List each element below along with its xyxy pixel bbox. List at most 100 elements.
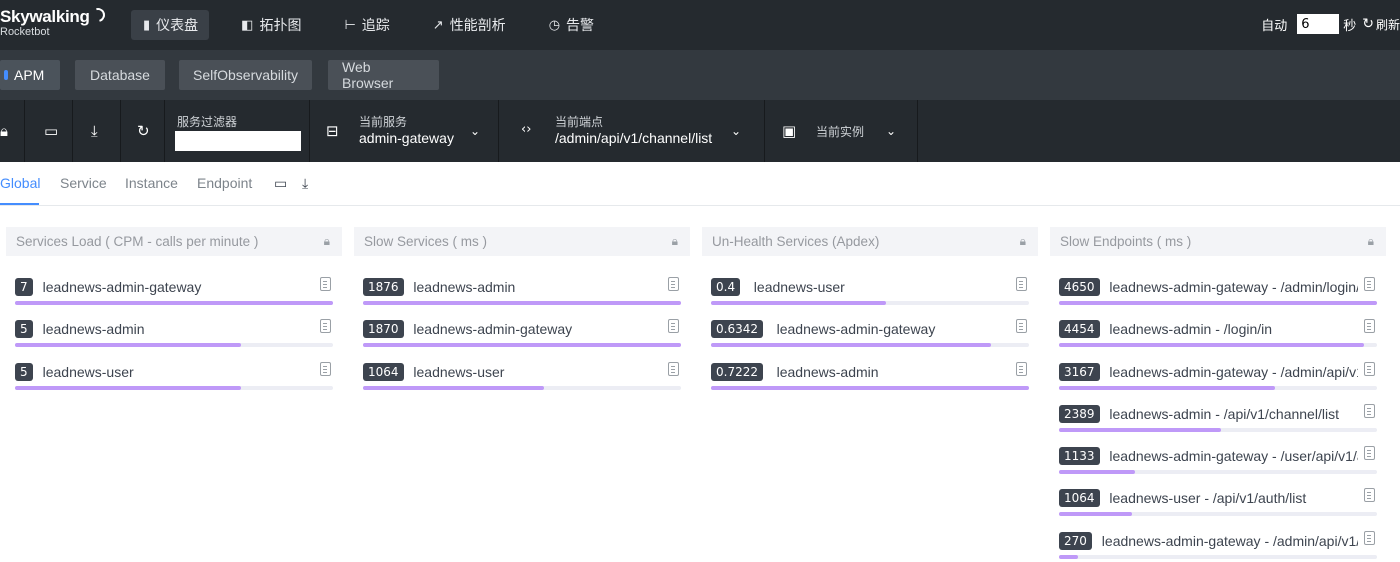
toolbar-divider bbox=[120, 100, 121, 162]
clipboard-icon[interactable] bbox=[1364, 488, 1375, 503]
list-item[interactable]: 1133 leadnews-admin-gateway - /user/api/v… bbox=[1050, 435, 1386, 477]
endpoint-selector[interactable]: ‹› 当前端点 /admin/api/v1/channel/list ⌄ bbox=[499, 100, 764, 162]
download-icon[interactable]: ⤓ bbox=[302, 176, 308, 192]
list-item[interactable]: 0.7222 leadnews-admin bbox=[702, 351, 1038, 393]
tab-instance[interactable]: Instance bbox=[125, 175, 178, 191]
progress-bar-fill bbox=[1059, 427, 1222, 432]
service-icon: ⊟ bbox=[326, 122, 339, 140]
nav-item-trace[interactable]: ⊢ 追踪 bbox=[332, 10, 400, 40]
list-item[interactable]: 1876 leadnews-admin bbox=[354, 266, 690, 308]
layer-tab-database[interactable]: Database bbox=[75, 60, 165, 90]
instance-icon: ▣ bbox=[782, 122, 797, 140]
layer-tab-bar: APM Database SelfObservability Web Brows… bbox=[0, 50, 1400, 100]
clipboard-icon[interactable] bbox=[1364, 277, 1375, 291]
clipboard-icon[interactable] bbox=[1364, 403, 1375, 418]
tab-endpoint[interactable]: Endpoint bbox=[197, 175, 252, 191]
clipboard-icon[interactable] bbox=[668, 319, 679, 334]
tab-global[interactable]: Global bbox=[0, 175, 40, 191]
nav-item-profile[interactable]: ↗ 性能剖析 bbox=[421, 10, 517, 40]
clipboard-icon[interactable] bbox=[320, 361, 331, 376]
nav-item-alarm[interactable]: ◷ 告警 bbox=[537, 10, 605, 40]
metric-value-badge: 1870 bbox=[363, 320, 404, 339]
progress-bar-fill bbox=[1059, 343, 1365, 348]
clipboard-icon[interactable] bbox=[1364, 446, 1375, 461]
nav-item-topology[interactable]: ◧ 拓扑图 bbox=[229, 10, 312, 40]
list-item-name: leadnews-user - /api/v1/auth/list bbox=[1109, 490, 1307, 507]
list-item[interactable]: 7 leadnews-admin-gateway bbox=[6, 266, 342, 308]
folder-icon[interactable]: ▭ bbox=[274, 176, 287, 192]
download-icon[interactable]: ⤓ bbox=[91, 122, 98, 140]
metric-panel: Un-Health Services (Apdex) 🔒︎ 0.4 leadnews-… bbox=[702, 227, 1038, 393]
list-item[interactable]: 1870 leadnews-admin-gateway bbox=[354, 308, 690, 350]
layer-tab-label: Database bbox=[90, 67, 150, 83]
list-item[interactable]: 1064 leadnews-user - /api/v1/auth/list bbox=[1050, 477, 1386, 519]
list-item-name: leadnews-user bbox=[753, 279, 845, 295]
service-selector[interactable]: ⊟ 当前服务 admin-gateway ⌄ bbox=[310, 100, 498, 162]
list-item[interactable]: 5 leadnews-admin bbox=[6, 308, 342, 350]
nav-item-dashboard[interactable]: ▮ 仪表盘 bbox=[131, 10, 210, 40]
progress-bar-track bbox=[1059, 301, 1377, 305]
list-item[interactable]: 3167 leadnews-admin-gateway - /admin/api/… bbox=[1050, 351, 1386, 393]
auto-refresh-interval-input[interactable] bbox=[1297, 14, 1340, 34]
panel-header: Slow Services ( ms ) 🔒︎ bbox=[354, 227, 690, 256]
folder-icon[interactable]: ▭ bbox=[44, 122, 58, 140]
panel-header: Services Load ( CPM - calls per minute )… bbox=[6, 227, 342, 256]
lock-icon[interactable]: 🔒︎ bbox=[1020, 234, 1026, 249]
endpoint-selector-label: 当前端点 bbox=[555, 115, 604, 129]
clipboard-icon[interactable] bbox=[1364, 319, 1375, 334]
metric-panel: Slow Services ( ms ) 🔒︎ 1876 leadnews-admin… bbox=[354, 227, 690, 393]
alarm-icon: ◷ bbox=[548, 17, 561, 33]
metric-value-badge: 1064 bbox=[1059, 489, 1100, 508]
progress-bar-fill bbox=[363, 301, 681, 305]
list-item[interactable]: 4650 leadnews-admin-gateway - /admin/logi… bbox=[1050, 266, 1386, 308]
endpoint-selector-value: /admin/api/v1/channel/list bbox=[555, 130, 713, 146]
progress-bar-track bbox=[1059, 470, 1377, 475]
skywalking-logo[interactable]: Skywalking Rocketbot bbox=[0, 5, 108, 38]
tab-service[interactable]: Service bbox=[60, 175, 107, 191]
list-item[interactable]: 2389 leadnews-admin - /api/v1/channel/lis… bbox=[1050, 393, 1386, 435]
clipboard-icon[interactable] bbox=[320, 277, 331, 291]
progress-bar-track bbox=[15, 385, 333, 390]
panel-header: Un-Health Services (Apdex) 🔒︎ bbox=[702, 227, 1038, 256]
clipboard-icon[interactable] bbox=[668, 277, 679, 291]
list-item[interactable]: 1064 leadnews-user bbox=[354, 351, 690, 393]
auto-refresh-toggle[interactable]: 自动 bbox=[1261, 15, 1287, 34]
lock-icon[interactable]: 🔒︎ bbox=[0, 122, 8, 140]
clipboard-icon[interactable] bbox=[1016, 277, 1027, 291]
reload-icon[interactable]: ↻ bbox=[137, 122, 150, 140]
instance-selector[interactable]: ▣ 当前实例 ⌄ bbox=[765, 100, 917, 162]
topology-icon: ◧ bbox=[241, 17, 254, 33]
layer-tab-selfobservability[interactable]: SelfObservability bbox=[179, 60, 312, 90]
refresh-button[interactable]: 刷新 bbox=[1376, 16, 1400, 33]
list-item[interactable]: 270 leadnews-admin-gateway - /admin/api/v… bbox=[1050, 520, 1386, 562]
clipboard-icon[interactable] bbox=[668, 361, 679, 376]
chevron-down-icon: ⌄ bbox=[886, 124, 897, 138]
layer-tab-apm[interactable]: APM bbox=[0, 60, 60, 90]
list-item[interactable]: 0.4 leadnews-user bbox=[702, 266, 1038, 308]
service-filter-input[interactable] bbox=[175, 131, 301, 151]
list-item[interactable]: 5 leadnews-user bbox=[6, 351, 342, 393]
metric-panel: Services Load ( CPM - calls per minute )… bbox=[6, 227, 342, 393]
progress-bar-track bbox=[1059, 512, 1377, 517]
active-layer-indicator bbox=[4, 70, 8, 80]
list-item-name: leadnews-admin - /api/v1/channel/list bbox=[1109, 405, 1339, 422]
metric-value-badge: 1876 bbox=[363, 278, 404, 296]
list-item[interactable]: 0.6342 leadnews-admin-gateway bbox=[702, 308, 1038, 350]
nav-item-label: 性能剖析 bbox=[449, 18, 506, 34]
chevron-down-icon: ⌄ bbox=[731, 124, 742, 138]
lock-icon[interactable]: 🔒︎ bbox=[672, 234, 678, 249]
service-selector-value: admin-gateway bbox=[359, 130, 454, 146]
lock-icon[interactable]: 🔒︎ bbox=[1368, 234, 1374, 249]
refresh-icon[interactable]: ↻ bbox=[1362, 16, 1374, 32]
clipboard-icon[interactable] bbox=[1364, 361, 1375, 376]
metric-value-badge: 0.4 bbox=[711, 278, 741, 296]
clipboard-icon[interactable] bbox=[320, 319, 331, 334]
list-item[interactable]: 4454 leadnews-admin - /login/in bbox=[1050, 308, 1386, 350]
chevron-down-icon: ⌄ bbox=[470, 124, 481, 138]
lock-icon[interactable]: 🔒︎ bbox=[324, 234, 330, 249]
nav-item-label: 拓扑图 bbox=[259, 18, 302, 34]
clipboard-icon[interactable] bbox=[1016, 319, 1027, 334]
layer-tab-web-browser[interactable]: Web Browser bbox=[328, 59, 439, 91]
clipboard-icon[interactable] bbox=[1016, 361, 1027, 376]
progress-bar-fill bbox=[711, 301, 886, 305]
